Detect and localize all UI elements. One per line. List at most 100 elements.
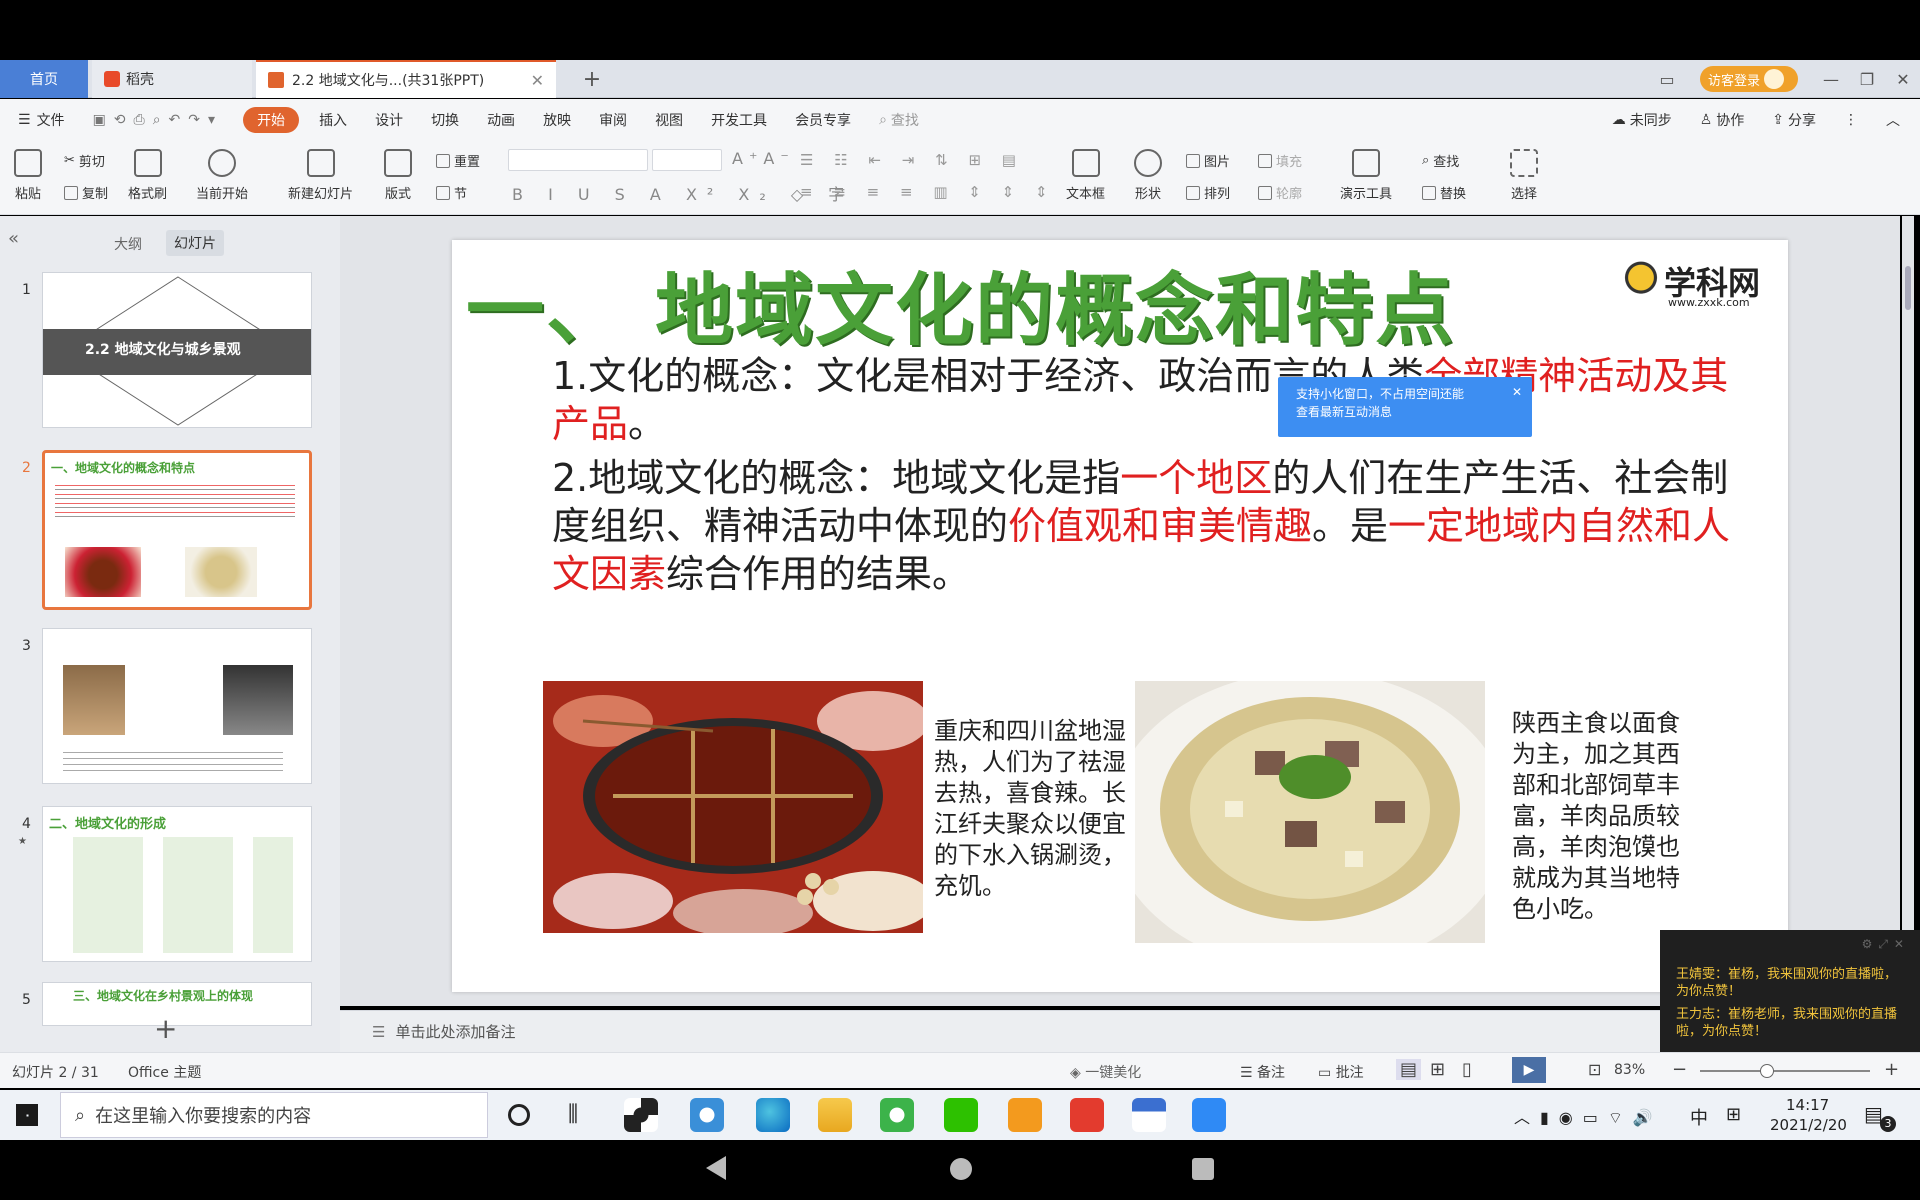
caption-sichuan-hotpot[interactable]: 重庆和四川盆地湿热，人们为了祛湿去热，喜食辣。长江纤夫聚众以便宜的下水入锅涮烫，… <box>934 716 1130 902</box>
edge-icon[interactable] <box>756 1098 790 1132</box>
browser-e-icon[interactable] <box>880 1098 914 1132</box>
notes-toggle-button[interactable]: ☰ 备注 <box>1240 1062 1285 1082</box>
tab-slides[interactable]: 幻灯片 <box>166 230 224 256</box>
slide-thumbnail-2[interactable]: 一、地域文化的概念和特点 <box>42 450 312 610</box>
font-size-combo[interactable] <box>652 149 722 171</box>
tab-transition[interactable]: 切换 <box>417 107 473 133</box>
beautify-button[interactable]: ◈ 一键美化 <box>1070 1062 1141 1082</box>
ime-mode-icon[interactable]: ⊞ <box>1726 1104 1741 1125</box>
task-view-icon[interactable]: ⫼ <box>568 1102 578 1127</box>
paragraph-regional-culture-concept[interactable]: 2.地域文化的概念：地域文化是指一个地区的人们在生产生活、社会制度组织、精神活动… <box>552 454 1752 598</box>
tab-review[interactable]: 审阅 <box>585 107 641 133</box>
tab-document[interactable]: 2.2 地域文化与...(共31张PPT) ✕ <box>256 60 556 98</box>
picture-button[interactable]: 图片 <box>1186 151 1230 170</box>
tab-home[interactable]: 首页 <box>0 60 88 98</box>
cut-button[interactable]: ✂ 剪切 <box>64 151 105 170</box>
windows-start-icon[interactable] <box>16 1104 38 1126</box>
tab-view[interactable]: 视图 <box>641 107 697 133</box>
tip-close-icon[interactable]: ✕ <box>1512 383 1522 401</box>
fit-window-icon[interactable]: ⊡ <box>1588 1060 1601 1079</box>
collapse-ribbon-icon[interactable]: ︿ <box>1872 107 1920 133</box>
alignment-tools[interactable]: ≡ ≡ ≡ ≡ ▥ ⇕ ⇕ ⇕ <box>800 183 1056 201</box>
shape-button[interactable]: 形状 <box>1134 149 1162 202</box>
add-slide-button[interactable]: + <box>154 1012 177 1045</box>
file-menu[interactable]: ☰ 文件 <box>0 107 79 133</box>
play-slideshow-button[interactable]: ▶ <box>1512 1057 1546 1083</box>
slide-thumbnail-1[interactable]: 2.2 地域文化与城乡景观 <box>42 272 312 428</box>
format-painter-button[interactable]: 格式刷 <box>128 149 167 202</box>
reading-view-icon[interactable]: ▯ <box>1462 1059 1472 1080</box>
clock-time[interactable]: 14:17 <box>1786 1096 1829 1114</box>
zoom-slider-thumb[interactable] <box>1760 1064 1774 1078</box>
new-slide-button[interactable]: 新建幻灯片 <box>288 149 353 202</box>
normal-view-icon[interactable]: ▤ <box>1396 1059 1422 1080</box>
more-icon[interactable]: ⋮ <box>1830 107 1872 133</box>
calendar-app-icon[interactable] <box>1192 1098 1226 1132</box>
share-button[interactable]: ⇪ 分享 <box>1758 107 1830 133</box>
app-pinwheel-icon[interactable] <box>624 1098 658 1132</box>
file-explorer-icon[interactable] <box>818 1098 852 1132</box>
minimize-window-tip[interactable]: 支持小化窗口，不占用空间还能 查看最新互动消息 ✕ <box>1278 377 1532 437</box>
taskbar-search-box[interactable]: ⌕ 在这里输入你要搜索的内容 <box>60 1092 488 1138</box>
tab-close-icon[interactable]: ✕ <box>531 71 544 90</box>
collab-button[interactable]: ♙ 协作 <box>1686 107 1759 133</box>
arrange-button[interactable]: 排列 <box>1186 183 1230 202</box>
vertical-scrollbar[interactable] <box>1902 216 1914 1006</box>
collapse-pane-icon[interactable]: « <box>8 228 19 249</box>
sorter-view-icon[interactable]: ⊞ <box>1430 1059 1445 1080</box>
layout-icon[interactable]: ▭ <box>1648 60 1686 98</box>
sync-button[interactable]: ☁ 未同步 <box>1598 107 1686 133</box>
tab-design[interactable]: 设计 <box>361 107 417 133</box>
copy-button[interactable]: 复制 <box>64 183 108 202</box>
find-button[interactable]: ⌕ 查找 <box>1422 151 1459 170</box>
reset-button[interactable]: 重置 <box>436 151 480 170</box>
fill-button[interactable]: 填充 <box>1258 151 1302 170</box>
paste-button[interactable]: 粘贴 <box>14 149 42 202</box>
mutton-paomo-photo[interactable] <box>1135 681 1485 943</box>
tab-start[interactable]: 开始 <box>243 107 300 133</box>
quick-access-icons[interactable]: ▣⟲⎙⌕↶↷▾ <box>79 107 238 133</box>
zoom-level[interactable]: 83% <box>1614 1062 1645 1078</box>
from-current-button[interactable]: 当前开始 <box>196 149 248 202</box>
zoom-out-icon[interactable]: − <box>1672 1059 1687 1080</box>
comments-button[interactable]: ▭ 批注 <box>1318 1062 1364 1082</box>
nav-recents-icon[interactable] <box>1192 1158 1214 1180</box>
slide-thumbnail-3[interactable] <box>42 628 312 784</box>
new-tab-button[interactable]: + <box>574 60 610 98</box>
font-name-combo[interactable] <box>508 149 648 171</box>
caption-shaanxi-paomo[interactable]: 陕西主食以面食为主，加之其西部和北部饲草丰富，羊肉品质较高，羊肉泡馍也就成为其当… <box>1512 708 1696 925</box>
visitor-login-button[interactable]: 访客登录 <box>1700 66 1798 92</box>
tab-developer[interactable]: 开发工具 <box>697 107 781 133</box>
select-button[interactable]: 选择 <box>1510 149 1538 202</box>
news-icon[interactable] <box>1132 1098 1166 1132</box>
zoom-slider[interactable] <box>1700 1070 1870 1072</box>
presenter-tools-button[interactable]: 演示工具 <box>1340 149 1392 202</box>
scrollbar-thumb[interactable] <box>1905 266 1911 310</box>
paragraph-tools[interactable]: ☰ ☷ ⇤ ⇥ ⇅ ⊞ ▤ <box>800 151 1024 169</box>
ime-indicator[interactable]: 中 <box>1690 1104 1708 1130</box>
slide-thumbnail-4[interactable]: 二、地域文化的形成 <box>42 806 312 962</box>
cortana-icon[interactable] <box>508 1104 530 1126</box>
textbox-button[interactable]: 文本框 <box>1066 149 1105 202</box>
replace-button[interactable]: 替换 <box>1422 183 1466 202</box>
grow-shrink-font-icons[interactable]: A⁺A⁻ <box>732 149 795 168</box>
outline-button[interactable]: 轮廓 <box>1258 183 1302 202</box>
nav-back-icon[interactable] <box>706 1156 726 1180</box>
tab-member[interactable]: 会员专享 <box>781 107 865 133</box>
current-slide[interactable]: 一、 地域文化的概念和特点 学科网 www.zxxk.com 1.文化的概念：文… <box>452 240 1788 992</box>
slide-title[interactable]: 一、 地域文化的概念和特点 <box>466 248 1455 360</box>
tab-slideshow[interactable]: 放映 <box>529 107 585 133</box>
wechat-icon[interactable] <box>944 1098 978 1132</box>
tray-icons[interactable]: ︿▮◉▭⌔🔊 <box>1514 1104 1663 1128</box>
zoom-in-icon[interactable]: + <box>1884 1059 1899 1080</box>
menu-search[interactable]: ⌕ 查找 <box>865 107 933 133</box>
ie-icon[interactable] <box>690 1098 724 1132</box>
tab-daoke[interactable]: 稻壳 <box>92 60 252 98</box>
restore-icon[interactable]: ❐ <box>1848 60 1886 98</box>
nav-home-icon[interactable] <box>950 1158 972 1180</box>
live-app-icon[interactable] <box>1008 1098 1042 1132</box>
layout-button[interactable]: 版式 <box>384 149 412 202</box>
tab-insert[interactable]: 插入 <box>305 107 361 133</box>
wps-icon[interactable] <box>1070 1098 1104 1132</box>
hotpot-photo[interactable] <box>543 681 923 933</box>
